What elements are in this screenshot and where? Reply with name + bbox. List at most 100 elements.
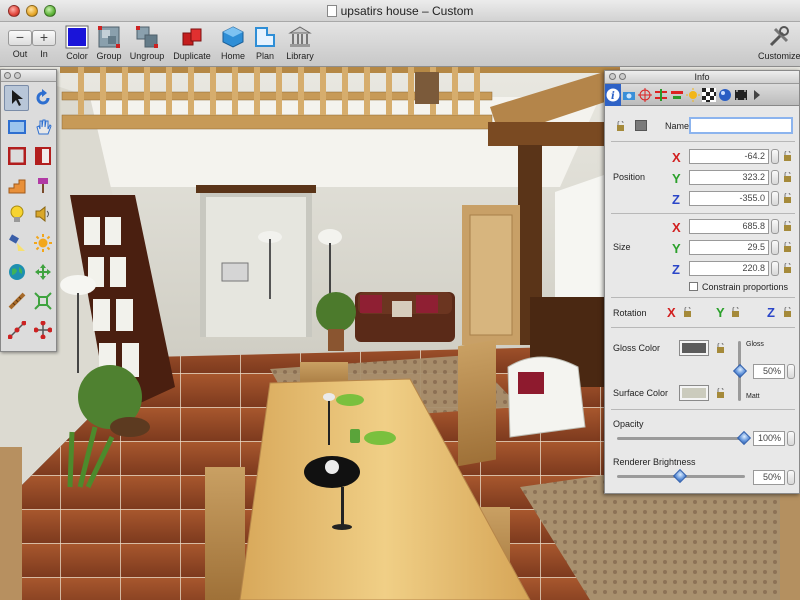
gloss-color-swatch[interactable] bbox=[679, 340, 709, 356]
position-y-stepper[interactable] bbox=[771, 170, 779, 185]
close-window-button[interactable] bbox=[8, 5, 20, 17]
position-x-stepper[interactable] bbox=[771, 149, 779, 164]
globe-tool[interactable] bbox=[4, 259, 29, 285]
lock-icon[interactable] bbox=[617, 121, 624, 131]
tab-camera[interactable] bbox=[621, 84, 637, 106]
opacity-stepper[interactable] bbox=[787, 431, 795, 446]
tab-texture[interactable] bbox=[701, 84, 717, 106]
lock-icon[interactable] bbox=[784, 151, 791, 161]
lock-icon[interactable] bbox=[717, 343, 724, 353]
select-tool[interactable] bbox=[4, 85, 29, 111]
path-tool[interactable] bbox=[4, 317, 29, 343]
tab-transform[interactable] bbox=[653, 84, 669, 106]
size-y-field[interactable]: 29.5 bbox=[689, 240, 769, 255]
info-close-button[interactable] bbox=[609, 73, 616, 80]
transform-icon bbox=[655, 89, 667, 101]
position-x-field[interactable]: -64.2 bbox=[689, 149, 769, 164]
gloss-stepper[interactable] bbox=[787, 364, 795, 379]
wall-tool[interactable] bbox=[4, 143, 29, 169]
brightness-value-field[interactable]: 50% bbox=[753, 470, 785, 485]
palette-close-button[interactable] bbox=[4, 72, 11, 79]
stairs-tool[interactable] bbox=[4, 172, 29, 198]
tab-light[interactable] bbox=[685, 84, 701, 106]
lock-icon[interactable] bbox=[717, 388, 724, 398]
size-y-axis-label: Y bbox=[672, 241, 681, 256]
lock-icon[interactable] bbox=[684, 307, 691, 317]
tab-align[interactable] bbox=[669, 84, 685, 106]
camera-icon bbox=[623, 92, 635, 100]
lock-icon[interactable] bbox=[784, 221, 791, 231]
paint-tool[interactable] bbox=[30, 172, 55, 198]
gloss-value-field[interactable]: 50% bbox=[753, 364, 785, 379]
tab-film[interactable] bbox=[733, 84, 749, 106]
ungroup-button[interactable]: Ungroup bbox=[127, 25, 167, 61]
size-y-stepper[interactable] bbox=[771, 240, 779, 255]
sun-tool[interactable] bbox=[30, 230, 55, 256]
sound-tool[interactable] bbox=[30, 201, 55, 227]
tab-options[interactable] bbox=[749, 84, 765, 106]
rectangle-icon bbox=[7, 120, 26, 134]
opacity-value-field[interactable]: 100% bbox=[753, 431, 785, 446]
light-icon bbox=[686, 88, 700, 102]
customize-button[interactable]: Customize bbox=[758, 25, 800, 61]
size-x-field[interactable]: 685.8 bbox=[689, 219, 769, 234]
info-minimize-button[interactable] bbox=[619, 73, 626, 80]
lock-icon[interactable] bbox=[784, 263, 791, 273]
door-tool[interactable] bbox=[30, 143, 55, 169]
constrain-proportions-checkbox[interactable] bbox=[689, 282, 698, 291]
pan-tool[interactable] bbox=[30, 114, 55, 140]
lock-icon[interactable] bbox=[784, 172, 791, 182]
lock-icon[interactable] bbox=[784, 307, 791, 317]
position-z-field[interactable]: -355.0 bbox=[689, 191, 769, 206]
separator bbox=[611, 213, 795, 214]
library-icon bbox=[288, 26, 312, 47]
position-z-stepper[interactable] bbox=[771, 191, 779, 206]
stairs-icon bbox=[8, 179, 25, 194]
group-button[interactable]: Group bbox=[89, 25, 129, 61]
spotlight-tool[interactable] bbox=[4, 230, 29, 256]
tab-info[interactable]: i bbox=[605, 84, 621, 106]
brightness-slider-knob[interactable] bbox=[672, 468, 688, 484]
gloss-slider-knob[interactable] bbox=[732, 363, 748, 379]
measure-tool[interactable] bbox=[4, 288, 29, 314]
size-z-stepper[interactable] bbox=[771, 261, 779, 276]
rectangle-tool[interactable] bbox=[4, 114, 29, 140]
window-title: upsatirs house – Custom bbox=[340, 4, 474, 18]
opacity-slider-knob[interactable] bbox=[736, 430, 752, 446]
plan-button[interactable]: Plan bbox=[245, 25, 285, 61]
light-tool[interactable] bbox=[4, 201, 29, 227]
brightness-stepper[interactable] bbox=[787, 470, 795, 485]
palette-minimize-button[interactable] bbox=[14, 72, 21, 79]
resize-tool[interactable] bbox=[30, 288, 55, 314]
group-icon bbox=[98, 26, 120, 48]
lock-icon[interactable] bbox=[732, 307, 739, 317]
node-tool[interactable] bbox=[30, 317, 55, 343]
lock-icon[interactable] bbox=[784, 193, 791, 203]
lock-icon[interactable] bbox=[784, 242, 791, 252]
opacity-slider-track[interactable] bbox=[617, 437, 745, 440]
tab-material[interactable] bbox=[717, 84, 733, 106]
zoom-window-button[interactable] bbox=[44, 5, 56, 17]
position-y-field[interactable]: 323.2 bbox=[689, 170, 769, 185]
spotlight-icon bbox=[8, 234, 25, 251]
separator bbox=[611, 141, 795, 142]
name-input[interactable] bbox=[689, 117, 793, 134]
opacity-label: Opacity bbox=[613, 419, 644, 429]
material-icon bbox=[719, 89, 731, 101]
library-button[interactable]: Library bbox=[280, 25, 320, 61]
surface-color-label: Surface Color bbox=[613, 388, 669, 398]
constrain-proportions-label: Constrain proportions bbox=[702, 282, 789, 292]
rotate-icon bbox=[36, 89, 49, 105]
plus-icon: + bbox=[32, 30, 56, 46]
plan-icon bbox=[255, 27, 275, 47]
rotate-tool[interactable] bbox=[30, 85, 55, 111]
minimize-window-button[interactable] bbox=[26, 5, 38, 17]
palette-header bbox=[1, 70, 56, 82]
size-z-field[interactable]: 220.8 bbox=[689, 261, 769, 276]
move-tool[interactable] bbox=[30, 259, 55, 285]
size-x-stepper[interactable] bbox=[771, 219, 779, 234]
gloss-color-label: Gloss Color bbox=[613, 343, 661, 353]
surface-color-swatch[interactable] bbox=[679, 385, 709, 401]
tab-target[interactable] bbox=[637, 84, 653, 106]
duplicate-button[interactable]: Duplicate bbox=[172, 25, 212, 61]
